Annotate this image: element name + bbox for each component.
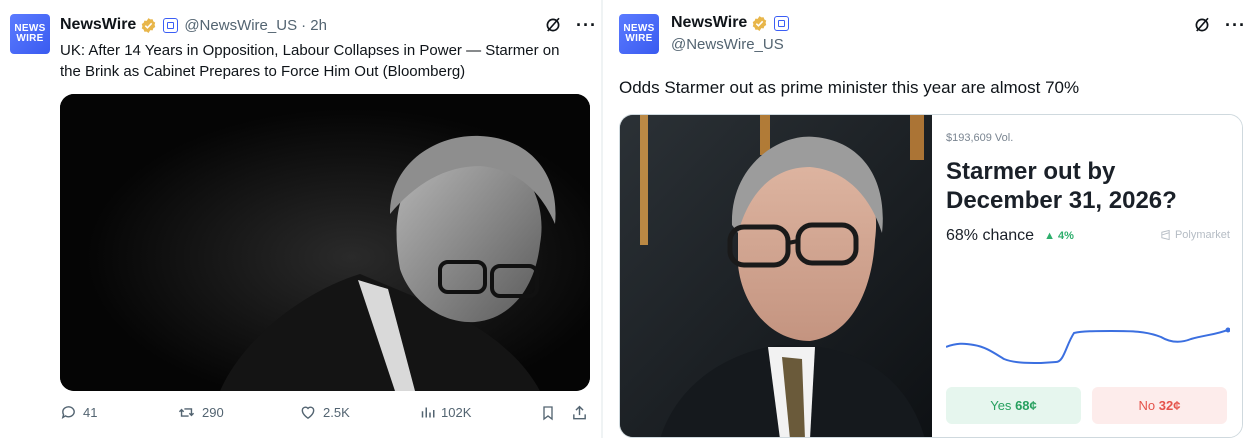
bookmark-icon[interactable]	[540, 404, 556, 422]
right-tweet[interactable]: NEWS WIRE NewsWire @NewsWire_US ··· Odds…	[603, 0, 1251, 438]
reply-icon	[61, 406, 75, 419]
volume-label: $193,609 Vol.	[946, 132, 1014, 144]
handle[interactable]: @NewsWire_US	[184, 17, 297, 34]
display-name[interactable]: NewsWire	[671, 14, 747, 32]
chance-row: 68% chance ▲ 4%	[946, 227, 1074, 245]
market-question-line: December 31, 2026?	[946, 187, 1177, 214]
affiliate-badge-icon[interactable]	[163, 17, 179, 33]
left-tweet[interactable]: NEWS WIRE NewsWire @NewsWire_US · 2h ···…	[0, 0, 603, 438]
avatar-text-wire: WIRE	[16, 33, 44, 44]
tweet-header: NewsWire	[671, 14, 790, 32]
grok-icon[interactable]	[544, 16, 562, 34]
avatar[interactable]: NEWS WIRE	[10, 14, 50, 54]
like-count: 2.5K	[323, 405, 350, 420]
display-name[interactable]: NewsWire	[60, 16, 136, 34]
handle-row: @NewsWire_US	[671, 36, 784, 53]
market-question-line: Starmer out by	[946, 158, 1116, 185]
view-count: 102K	[441, 405, 472, 420]
tweet-top-actions: ···	[544, 16, 597, 34]
tweet-photo[interactable]	[60, 94, 590, 391]
views-icon	[421, 407, 435, 418]
tweet-actions: 41 290 2.5K 102K	[60, 404, 590, 426]
tweet-text-line: UK: After 14 Years in Opposition, Labour…	[60, 42, 560, 59]
source-label: Polymarket	[1160, 229, 1230, 241]
reply-button[interactable]: 41	[60, 404, 97, 421]
market-question: Starmer out by December 31, 2026?	[946, 157, 1177, 215]
yes-label: Yes	[990, 398, 1012, 413]
avatar[interactable]: NEWS WIRE	[619, 14, 659, 54]
verified-gold-icon[interactable]	[751, 15, 768, 32]
no-price: 32¢	[1158, 398, 1181, 413]
prediction-market: $193,609 Vol. Starmer out by December 31…	[932, 115, 1242, 437]
affiliate-badge-icon[interactable]	[774, 15, 790, 31]
grok-icon[interactable]	[1193, 16, 1211, 34]
reply-count: 41	[83, 405, 98, 420]
tweet-top-actions: ···	[1193, 16, 1246, 34]
buy-no-button[interactable]: No 32¢	[1092, 387, 1227, 424]
buy-yes-button[interactable]: Yes 68¢	[946, 387, 1081, 424]
handle[interactable]: @NewsWire_US	[671, 36, 784, 53]
no-label: No	[1138, 398, 1156, 413]
repost-button[interactable]: 290	[177, 404, 224, 421]
sparkline-path	[946, 328, 1230, 365]
yes-price: 68¢	[1015, 398, 1037, 413]
heart-icon	[301, 406, 315, 420]
like-button[interactable]: 2.5K	[299, 404, 350, 421]
tweet-text: Odds Starmer out as prime minister this …	[619, 78, 1080, 97]
avatar-text-wire: WIRE	[625, 33, 653, 44]
starmer-photo	[620, 115, 932, 437]
verified-gold-icon[interactable]	[140, 17, 157, 34]
card-photo	[620, 115, 932, 437]
sparkline-point	[1225, 327, 1230, 333]
chance-value: 68% chance	[946, 227, 1035, 244]
price-sparkline	[946, 327, 1230, 365]
views-button[interactable]: 102K	[420, 404, 471, 421]
chance-delta: ▲ 4%	[1044, 230, 1074, 242]
share-icon[interactable]	[571, 404, 588, 422]
source-name: Polymarket	[1174, 229, 1230, 241]
tweet-text-line: the Brink as Cabinet Prepares to Force H…	[60, 63, 466, 80]
timestamp[interactable]: · 2h	[301, 17, 327, 34]
tweet-header: NewsWire @NewsWire_US · 2h	[60, 16, 327, 34]
more-options-button[interactable]: ···	[576, 16, 597, 34]
market-card[interactable]: $193,609 Vol. Starmer out by December 31…	[619, 114, 1243, 438]
repost-icon	[178, 408, 195, 417]
tweet-text: UK: After 14 Years in Opposition, Labour…	[60, 40, 559, 82]
polymarket-icon	[1161, 229, 1170, 241]
starmer-bw-photo	[60, 94, 590, 391]
more-options-button[interactable]: ···	[1225, 16, 1246, 34]
repost-count: 290	[202, 405, 224, 420]
